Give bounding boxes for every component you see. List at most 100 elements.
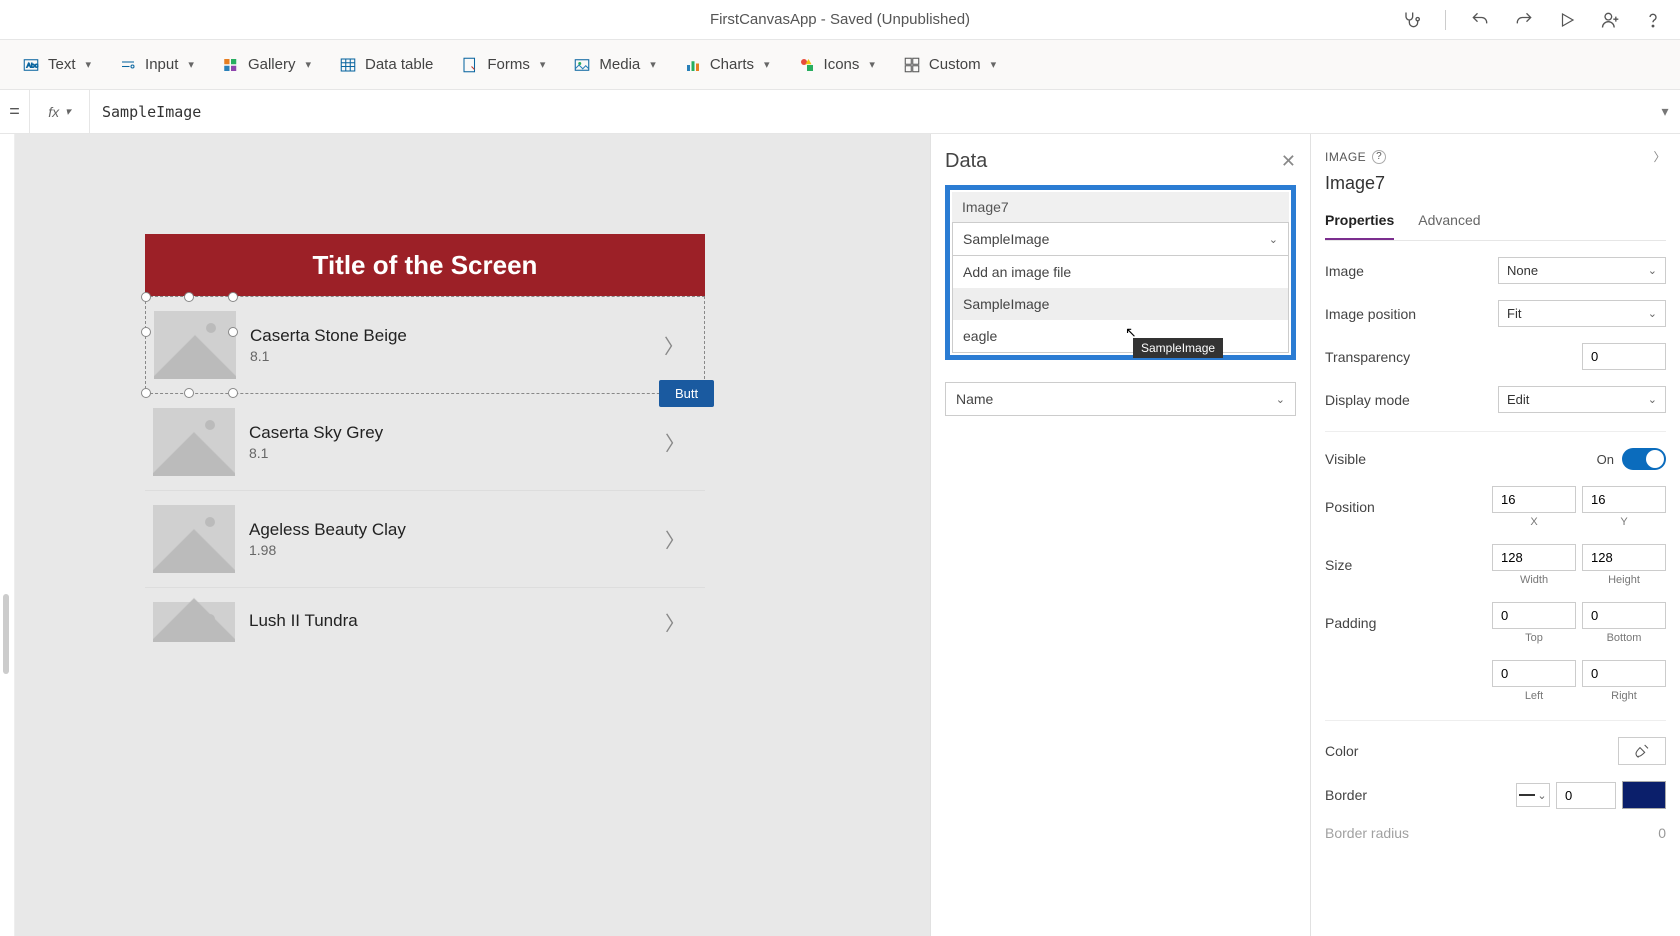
prop-padding-left[interactable] <box>1492 660 1576 687</box>
undo-icon[interactable] <box>1470 10 1490 30</box>
help-circle-icon[interactable]: ? <box>1372 150 1386 164</box>
scroll-thumb[interactable] <box>3 594 9 674</box>
screen-title[interactable]: Title of the Screen <box>145 234 705 296</box>
dropdown-option-add[interactable]: Add an image file <box>953 256 1288 288</box>
stethoscope-icon[interactable] <box>1401 10 1421 30</box>
prop-color-label: Color <box>1325 743 1358 759</box>
chevron-right-icon[interactable]: 〉 <box>664 331 684 360</box>
gallery[interactable]: Caserta Stone Beige 8.1 〉 Caserta Sky Gr… <box>145 296 705 656</box>
name-field-select[interactable]: Name ⌄ <box>945 382 1296 416</box>
prop-position-x[interactable] <box>1492 486 1576 513</box>
share-icon[interactable] <box>1600 10 1620 30</box>
chevron-down-icon: ⌄ <box>1648 307 1657 320</box>
ribbon-custom[interactable]: Custom▾ <box>903 56 996 74</box>
left-gutter <box>0 134 15 936</box>
chevron-down-icon: ⌄ <box>1269 233 1278 246</box>
prop-border-color[interactable] <box>1622 781 1666 809</box>
close-icon[interactable]: ✕ <box>1281 151 1296 172</box>
icons-icon <box>798 56 816 74</box>
ribbon-gallery[interactable]: Gallery▾ <box>222 56 311 74</box>
play-icon[interactable] <box>1558 11 1576 29</box>
gallery-item-subtitle: 8.1 <box>250 348 407 364</box>
title-bar: FirstCanvasApp - Saved (Unpublished) <box>0 0 1680 40</box>
prop-border-width[interactable] <box>1556 782 1616 809</box>
formula-equals[interactable]: = <box>0 90 30 133</box>
prop-displaymode-select[interactable]: Edit⌄ <box>1498 386 1666 413</box>
redo-icon[interactable] <box>1514 10 1534 30</box>
ribbon-charts-label: Charts <box>710 56 754 73</box>
chevron-right-icon[interactable]: 〉 <box>665 525 685 554</box>
chevron-right-icon[interactable]: 〉 <box>665 608 685 637</box>
chevron-right-icon[interactable]: 〉 <box>665 428 685 457</box>
ribbon-text-label: Text <box>48 56 76 73</box>
ribbon-datatable[interactable]: Data table <box>339 56 433 74</box>
gallery-item-title: Caserta Stone Beige <box>250 326 407 346</box>
chevron-down-icon: ▾ <box>869 58 875 71</box>
chevron-down-icon: ⌄ <box>1648 393 1657 406</box>
ribbon-input[interactable]: Input▾ <box>119 56 194 74</box>
formula-fx[interactable]: fx▾ <box>30 90 90 133</box>
selection-handle[interactable] <box>141 292 151 302</box>
prop-borderradius-label: Border radius <box>1325 825 1409 841</box>
selection-handle[interactable] <box>184 292 194 302</box>
prop-padding-bottom[interactable] <box>1582 602 1666 629</box>
prop-transparency-input[interactable] <box>1582 343 1666 370</box>
ribbon-charts[interactable]: Charts▾ <box>684 56 770 74</box>
dropdown-option-sampleimage[interactable]: SampleImage <box>953 288 1288 320</box>
image-placeholder-icon <box>153 408 235 476</box>
tab-properties[interactable]: Properties <box>1325 206 1394 240</box>
chevron-right-icon[interactable]: 〉 <box>1653 148 1666 165</box>
chevron-down-icon: ⌄ <box>1276 393 1285 406</box>
formula-expand-icon[interactable]: ▾ <box>1650 103 1680 120</box>
prop-size-label: Size <box>1325 557 1352 573</box>
properties-tabs: Properties Advanced <box>1325 206 1666 241</box>
ribbon-forms[interactable]: Forms▾ <box>461 56 545 74</box>
dropdown-option-eagle[interactable]: eagle <box>953 320 1288 352</box>
prop-padding-top[interactable] <box>1492 602 1576 629</box>
prop-visible-toggle[interactable] <box>1622 448 1666 470</box>
canvas-button[interactable]: Butt <box>659 380 714 407</box>
ribbon-media[interactable]: Media▾ <box>573 56 655 74</box>
prop-size-height[interactable] <box>1582 544 1666 571</box>
gallery-item[interactable]: Ageless Beauty Clay 1.98 〉 <box>145 491 705 588</box>
prop-size-width[interactable] <box>1492 544 1576 571</box>
prop-image-select[interactable]: None⌄ <box>1498 257 1666 284</box>
tooltip: SampleImage <box>1133 338 1223 358</box>
gallery-icon <box>222 56 240 74</box>
charts-icon <box>684 56 702 74</box>
ribbon-icons[interactable]: Icons▾ <box>798 56 875 74</box>
ribbon-text[interactable]: Abc Text▾ <box>22 56 91 74</box>
app-title: FirstCanvasApp - Saved (Unpublished) <box>710 11 970 28</box>
ribbon-input-label: Input <box>145 56 178 73</box>
prop-imageposition-select[interactable]: Fit⌄ <box>1498 300 1666 327</box>
prop-position-y[interactable] <box>1582 486 1666 513</box>
chevron-down-icon: ▾ <box>650 58 656 71</box>
control-type-label: IMAGE <box>1325 150 1366 164</box>
prop-borderradius-value: 0 <box>1658 825 1666 841</box>
gallery-item-subtitle: 8.1 <box>249 445 383 461</box>
help-icon[interactable] <box>1644 9 1662 31</box>
gallery-item[interactable]: Caserta Sky Grey 8.1 〉 <box>145 394 705 491</box>
gallery-item-selected[interactable]: Caserta Stone Beige 8.1 〉 <box>145 296 705 394</box>
canvas[interactable]: Title of the Screen Caserta Stone Beige … <box>15 134 930 936</box>
prop-position-label: Position <box>1325 499 1375 515</box>
tab-advanced[interactable]: Advanced <box>1418 206 1480 240</box>
prop-padding-right[interactable] <box>1582 660 1666 687</box>
image-placeholder-icon[interactable] <box>154 311 236 379</box>
ribbon-datatable-label: Data table <box>365 56 433 73</box>
formula-input[interactable]: SampleImage <box>90 103 1650 121</box>
chevron-down-icon: ▾ <box>86 58 92 71</box>
prop-color-swatch[interactable] <box>1618 737 1666 765</box>
image-data-dropdown: Add an image file SampleImage eagle <box>952 256 1289 353</box>
selection-handle[interactable] <box>141 327 151 337</box>
chevron-down-icon: ▾ <box>305 58 311 71</box>
prop-border-style[interactable]: ⌄ <box>1516 783 1550 807</box>
selection-handle[interactable] <box>228 327 238 337</box>
control-name[interactable]: Image7 <box>1325 173 1666 194</box>
selection-handle[interactable] <box>228 292 238 302</box>
ribbon-custom-label: Custom <box>929 56 981 73</box>
formula-bar: = fx▾ SampleImage ▾ <box>0 90 1680 134</box>
gallery-item[interactable]: Lush II Tundra 〉 <box>145 588 705 656</box>
image-data-select[interactable]: SampleImage ⌄ <box>952 222 1289 256</box>
gallery-item-title: Caserta Sky Grey <box>249 423 383 443</box>
